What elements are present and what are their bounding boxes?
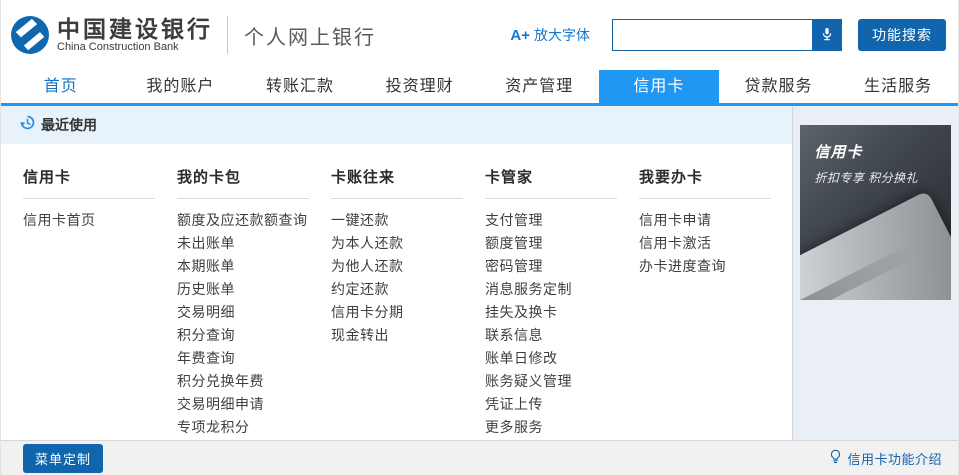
credit-card-promo-banner[interactable]: 信用卡 折扣专享 积分换礼 — [800, 125, 951, 300]
column-title: 我要办卡 — [639, 166, 771, 187]
history-clock-icon — [19, 114, 36, 136]
header-right: A+放大字体 功能搜索 — [510, 19, 946, 51]
credit-card-menu: 信用卡 信用卡首页 我的卡包 额度及应还款额查询 未出账单 本期账单 历史账单 … — [1, 144, 792, 440]
menu-customize-button[interactable]: 菜单定制 — [23, 444, 103, 473]
menu-item[interactable]: 专项龙积分 — [177, 416, 331, 439]
font-zoom-control[interactable]: A+放大字体 — [510, 25, 590, 45]
column-card-manager: 卡管家 支付管理 额度管理 密码管理 消息服务定制 挂失及换卡 联系信息 账单日… — [485, 166, 639, 440]
menu-item[interactable]: 约定还款 — [331, 278, 485, 301]
menu-item[interactable]: 信用卡分期 — [331, 301, 485, 324]
font-zoom-icon: A+ — [510, 27, 530, 44]
column-title: 我的卡包 — [177, 166, 331, 187]
search-input[interactable] — [612, 19, 812, 51]
column-rule — [331, 198, 463, 199]
column-rule — [485, 198, 617, 199]
menu-item[interactable]: 未出账单 — [177, 232, 331, 255]
column-rule — [177, 198, 309, 199]
portal-title: 个人网上银行 — [244, 21, 376, 50]
menu-item[interactable]: 历史账单 — [177, 278, 331, 301]
menu-item[interactable]: 账务疑义管理 — [485, 370, 639, 393]
menu-item[interactable]: 信用卡申请 — [639, 209, 771, 232]
menu-item[interactable]: 办卡进度查询 — [639, 255, 771, 278]
page: 中国建设银行 China Construction Bank 个人网上银行 A+… — [0, 0, 959, 475]
tab-transfer[interactable]: 转账汇款 — [240, 70, 360, 103]
header: 中国建设银行 China Construction Bank 个人网上银行 A+… — [1, 0, 958, 70]
menu-item[interactable]: 交易明细申请 — [177, 393, 331, 416]
menu-item[interactable]: 本期账单 — [177, 255, 331, 278]
tab-loan-services[interactable]: 贷款服务 — [719, 70, 839, 103]
column-credit-card: 信用卡 信用卡首页 — [23, 166, 177, 440]
main-area: 最近使用 信用卡 信用卡首页 我的卡包 额度及应还款额查询 未出账单 — [1, 106, 958, 440]
voice-search-button[interactable] — [812, 19, 842, 51]
column-title: 信用卡 — [23, 166, 177, 187]
recent-bar: 最近使用 — [1, 106, 792, 144]
column-rule — [23, 198, 155, 199]
column-rule — [639, 198, 771, 199]
function-search-button[interactable]: 功能搜索 — [858, 19, 946, 51]
banner-title: 信用卡 — [814, 141, 951, 162]
menu-item[interactable]: 为本人还款 — [331, 232, 485, 255]
menu-item[interactable]: 更多服务 — [485, 416, 639, 439]
menu-item[interactable]: 年费查询 — [177, 347, 331, 370]
column-card-transactions: 卡账往来 一键还款 为本人还款 为他人还款 约定还款 信用卡分期 现金转出 — [331, 166, 485, 440]
search-box — [612, 19, 842, 51]
column-apply-card: 我要办卡 信用卡申请 信用卡激活 办卡进度查询 — [639, 166, 771, 440]
lightbulb-icon — [828, 449, 847, 467]
tab-asset-management[interactable]: 资产管理 — [480, 70, 600, 103]
menu-item[interactable]: 交易明细 — [177, 301, 331, 324]
menu-item[interactable]: 一键还款 — [331, 209, 485, 232]
bank-name-cn: 中国建设银行 — [57, 17, 213, 41]
tab-investment[interactable]: 投资理财 — [360, 70, 480, 103]
menu-item[interactable]: 凭证上传 — [485, 393, 639, 416]
recent-label: 最近使用 — [41, 115, 97, 135]
content: 最近使用 信用卡 信用卡首页 我的卡包 额度及应还款额查询 未出账单 — [1, 106, 792, 440]
menu-item[interactable]: 密码管理 — [485, 255, 639, 278]
brand: 中国建设银行 China Construction Bank — [11, 16, 213, 54]
menu-item[interactable]: 支付管理 — [485, 209, 639, 232]
tab-life-services[interactable]: 生活服务 — [838, 70, 958, 103]
menu-item[interactable]: 挂失及换卡 — [485, 301, 639, 324]
header-divider — [227, 16, 228, 54]
menu-item[interactable]: 联系信息 — [485, 324, 639, 347]
menu-item[interactable]: 积分兑换年费 — [177, 370, 331, 393]
font-zoom-label: 放大字体 — [534, 27, 590, 43]
column-title: 卡管家 — [485, 166, 639, 187]
menu-item[interactable]: 现金转出 — [331, 324, 485, 347]
tab-credit-card[interactable]: 信用卡 — [599, 70, 719, 103]
credit-card-intro-link[interactable]: 信用卡功能介绍 — [828, 449, 942, 468]
menu-item[interactable]: 账单日修改 — [485, 347, 639, 370]
menu-item[interactable]: 额度及应还款额查询 — [177, 209, 331, 232]
brand-names: 中国建设银行 China Construction Bank — [57, 17, 213, 54]
menu-item[interactable]: 信用卡首页 — [23, 209, 177, 232]
tab-home[interactable]: 首页 — [1, 70, 121, 103]
ccb-logo — [11, 16, 49, 54]
microphone-icon — [819, 26, 835, 45]
footer: 菜单定制 信用卡功能介绍 — [1, 440, 958, 475]
right-panel: 信用卡 折扣专享 积分换礼 — [792, 106, 958, 440]
column-title: 卡账往来 — [331, 166, 485, 187]
main-nav: 首页 我的账户 转账汇款 投资理财 资产管理 信用卡 贷款服务 生活服务 — [1, 70, 958, 106]
intro-label: 信用卡功能介绍 — [847, 449, 942, 468]
tab-my-accounts[interactable]: 我的账户 — [121, 70, 241, 103]
menu-item[interactable]: 额度管理 — [485, 232, 639, 255]
banner-text: 信用卡 折扣专享 积分换礼 — [800, 125, 951, 186]
menu-item[interactable]: 消息服务定制 — [485, 278, 639, 301]
bank-name-en: China Construction Bank — [57, 41, 213, 54]
column-my-cards: 我的卡包 额度及应还款额查询 未出账单 本期账单 历史账单 交易明细 积分查询 … — [177, 166, 331, 440]
menu-item[interactable]: 为他人还款 — [331, 255, 485, 278]
menu-item[interactable]: 信用卡激活 — [639, 232, 771, 255]
menu-item[interactable]: 积分查询 — [177, 324, 331, 347]
banner-subtitle: 折扣专享 积分换礼 — [814, 169, 951, 186]
